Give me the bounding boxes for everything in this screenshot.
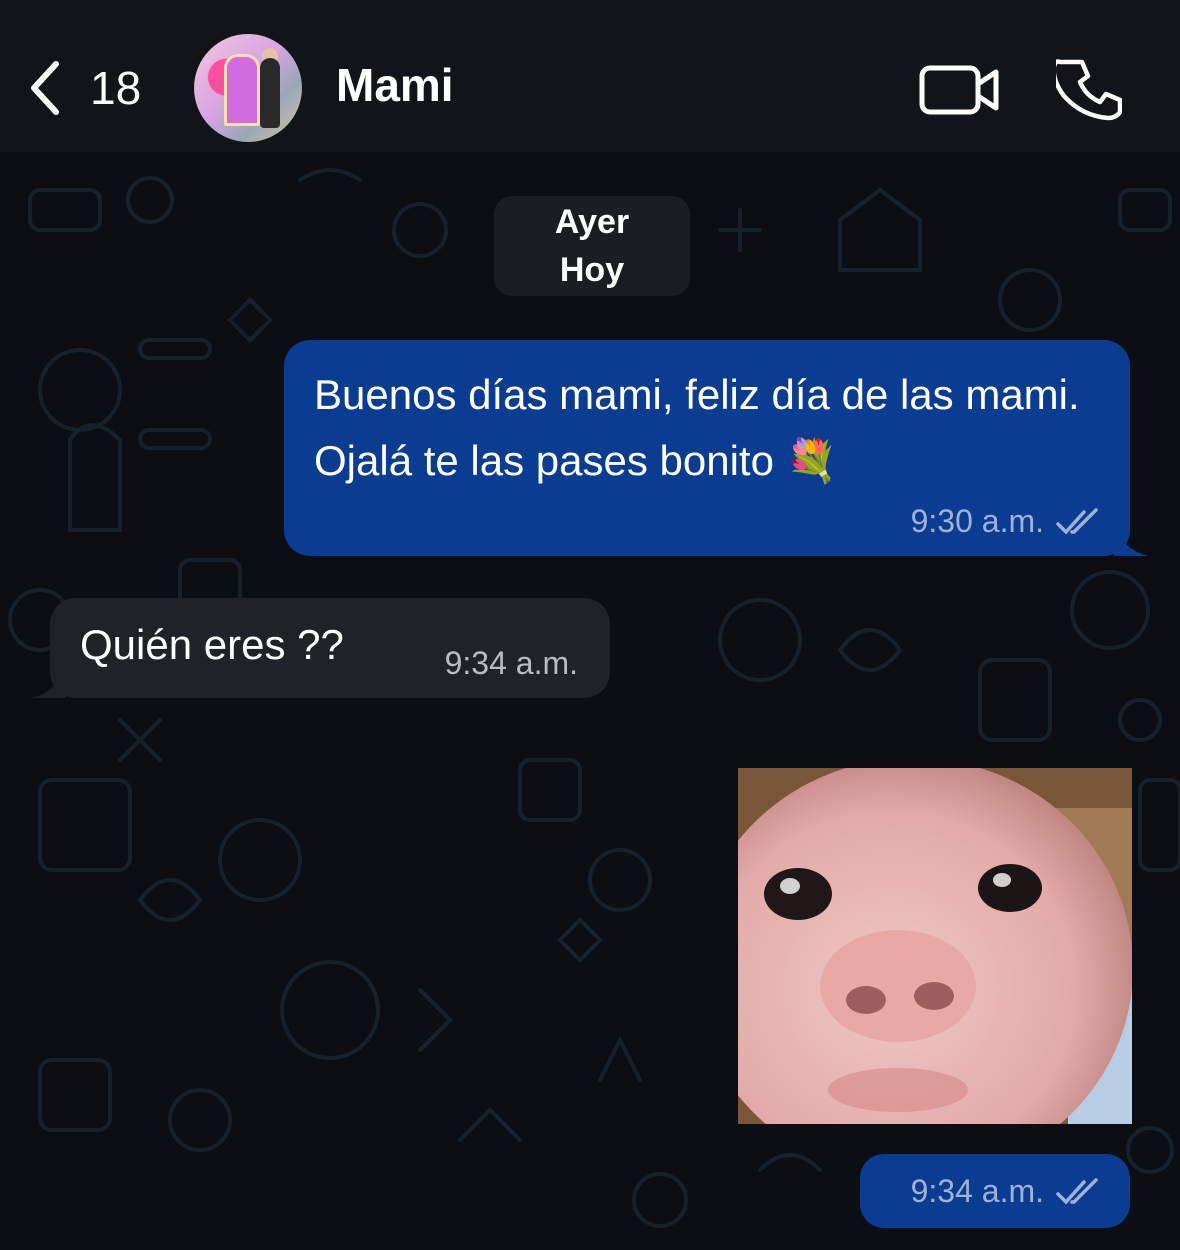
message-meta: 9:30 a.m. bbox=[911, 503, 1100, 540]
image-message[interactable] bbox=[738, 768, 1132, 1124]
unread-count: 18 bbox=[90, 62, 142, 114]
back-button[interactable]: 18 bbox=[24, 52, 164, 124]
date-label-ayer: Ayer bbox=[554, 203, 630, 241]
video-camera-icon[interactable] bbox=[918, 62, 1002, 118]
bubble-tail bbox=[32, 668, 66, 698]
message-text: Buenos días mami, feliz día de las mami.… bbox=[314, 371, 1080, 484]
message-time: 9:34 a.m. bbox=[910, 1173, 1044, 1209]
message-time: 9:34 a.m. bbox=[444, 645, 578, 681]
incoming-message-bubble[interactable]: Quién eres ?? 9:34 a.m. bbox=[32, 598, 610, 698]
message-meta: 9:34 a.m. bbox=[911, 1173, 1100, 1210]
avatar[interactable] bbox=[194, 34, 302, 142]
double-check-icon bbox=[1056, 1177, 1098, 1205]
image-message-caption: 9:34 a.m. bbox=[860, 1154, 1130, 1228]
contact-name[interactable]: Mami bbox=[336, 58, 454, 112]
avatar-image-detail bbox=[260, 58, 280, 128]
double-check-icon bbox=[1056, 507, 1098, 535]
bubble-tail bbox=[1114, 526, 1148, 556]
date-label-hoy: Hoy bbox=[559, 251, 625, 289]
chat-header: 18 Mami bbox=[0, 0, 1180, 152]
avatar-image-detail bbox=[224, 54, 260, 126]
message-meta: 9:34 a.m. bbox=[445, 645, 578, 682]
chevron-left-icon bbox=[31, 61, 59, 115]
outgoing-message-bubble[interactable]: Buenos días mami, feliz día de las mami.… bbox=[284, 340, 1148, 556]
message-time: 9:30 a.m. bbox=[910, 503, 1044, 539]
phone-icon[interactable] bbox=[1056, 56, 1122, 122]
date-separator: Ayer Hoy bbox=[494, 196, 690, 296]
